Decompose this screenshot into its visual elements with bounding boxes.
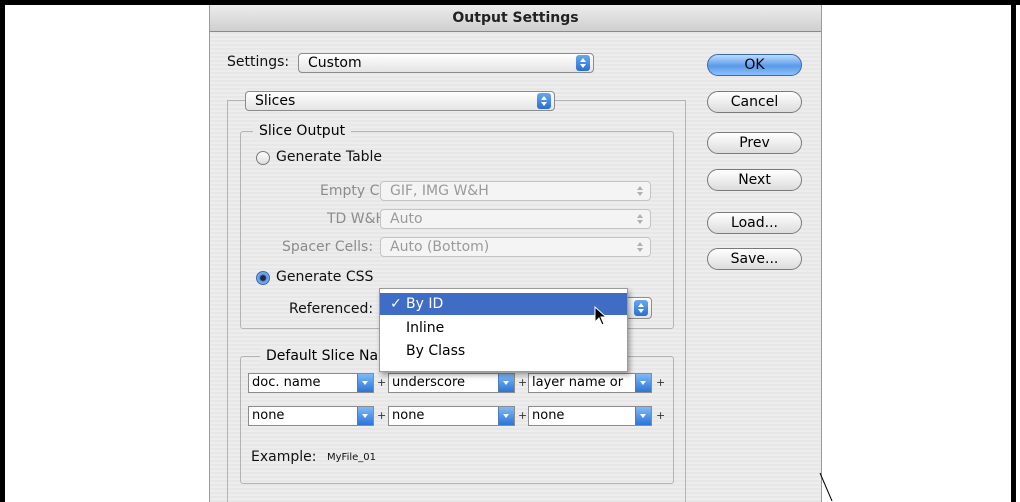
save-button[interactable]: Save... xyxy=(707,248,802,270)
empty-cells-value: GIF, IMG W&H xyxy=(390,183,489,199)
td-wh-select[interactable]: Auto xyxy=(380,209,651,229)
naming-row1-field1[interactable]: doc. name xyxy=(248,373,374,393)
dialog-title: Output Settings xyxy=(210,5,821,32)
section-value: Slices xyxy=(255,93,296,109)
output-settings-dialog: Output Settings Settings: Custom Slices … xyxy=(209,5,822,502)
naming-row1-field2-value: underscore xyxy=(392,375,466,390)
arrow-cursor-icon xyxy=(594,306,608,326)
naming-row2-field2[interactable]: none xyxy=(388,406,515,426)
load-button[interactable]: Load... xyxy=(707,212,802,234)
generate-css-label[interactable]: Generate CSS xyxy=(276,269,373,285)
frame-left-border xyxy=(0,0,5,502)
plus-separator: + xyxy=(656,376,666,389)
settings-value: Custom xyxy=(308,55,362,71)
default-slice-naming-legend: Default Slice Na xyxy=(260,348,385,364)
naming-row2-field1-value: none xyxy=(252,408,285,423)
spacer-cells-value: Auto (Bottom) xyxy=(390,239,490,255)
spacer-cells-select[interactable]: Auto (Bottom) xyxy=(380,237,651,257)
ok-button[interactable]: OK xyxy=(707,54,802,76)
naming-row1-field3[interactable]: layer name or xyxy=(528,373,652,393)
settings-select[interactable]: Custom xyxy=(298,53,594,73)
checkmark-icon: ✓ xyxy=(390,296,402,312)
naming-row2-field3[interactable]: none xyxy=(528,406,652,426)
plus-separator: + xyxy=(377,376,387,389)
section-border-left xyxy=(227,100,228,502)
section-border-top xyxy=(227,100,245,101)
up-down-arrows-icon xyxy=(537,93,551,109)
naming-row1-field2[interactable]: underscore xyxy=(388,373,515,393)
naming-row1-field3-value: layer name or xyxy=(532,375,624,390)
menu-item-label: By ID xyxy=(406,296,444,312)
chevron-down-icon[interactable] xyxy=(498,407,514,425)
td-wh-value: Auto xyxy=(390,211,423,227)
menu-item-by-class[interactable]: By Class xyxy=(380,340,627,362)
up-down-arrows-icon xyxy=(576,55,590,71)
section-divider xyxy=(555,100,685,101)
settings-label: Settings: xyxy=(227,54,290,70)
frame-right-border xyxy=(1011,0,1016,502)
chevron-down-icon[interactable] xyxy=(357,374,373,392)
generate-css-radio[interactable] xyxy=(256,271,270,285)
empty-cells-select[interactable]: GIF, IMG W&H xyxy=(380,181,651,201)
generate-table-radio[interactable] xyxy=(256,151,270,165)
plus-separator: + xyxy=(656,409,666,422)
plus-separator: + xyxy=(377,409,387,422)
example-value: MyFile_01 xyxy=(327,452,377,463)
menu-item-by-id[interactable]: ✓ By ID xyxy=(380,293,627,315)
example-label: Example: xyxy=(251,449,317,465)
menu-item-label: By Class xyxy=(406,343,466,359)
naming-row2-field2-value: none xyxy=(392,408,425,423)
naming-row2-field1[interactable]: none xyxy=(248,406,374,426)
cancel-button[interactable]: Cancel xyxy=(707,91,802,113)
chevron-down-icon[interactable] xyxy=(357,407,373,425)
naming-row2-field3-value: none xyxy=(532,408,565,423)
referenced-dropdown-menu: ✓ By ID Inline By Class xyxy=(379,288,628,372)
up-down-arrows-icon xyxy=(633,239,647,255)
diagonal-line xyxy=(819,472,833,502)
up-down-arrows-icon xyxy=(633,183,647,199)
prev-button[interactable]: Prev xyxy=(707,132,802,154)
slice-output-legend: Slice Output xyxy=(253,123,352,139)
referenced-label: Referenced: xyxy=(289,301,374,317)
generate-table-label[interactable]: Generate Table xyxy=(276,149,382,165)
plus-separator: + xyxy=(518,376,528,389)
menu-item-inline[interactable]: Inline xyxy=(380,317,627,339)
section-border-right xyxy=(685,100,686,502)
up-down-arrows-icon xyxy=(633,211,647,227)
spacer-cells-label: Spacer Cells: xyxy=(282,239,374,255)
naming-row1-field1-value: doc. name xyxy=(252,375,321,390)
chevron-down-icon[interactable] xyxy=(498,374,514,392)
next-button[interactable]: Next xyxy=(707,169,802,191)
up-down-arrows-icon xyxy=(634,300,648,316)
chevron-down-icon[interactable] xyxy=(635,407,651,425)
plus-separator: + xyxy=(518,409,528,422)
section-select[interactable]: Slices xyxy=(245,91,555,111)
menu-item-label: Inline xyxy=(406,320,445,336)
chevron-down-icon[interactable] xyxy=(635,374,651,392)
